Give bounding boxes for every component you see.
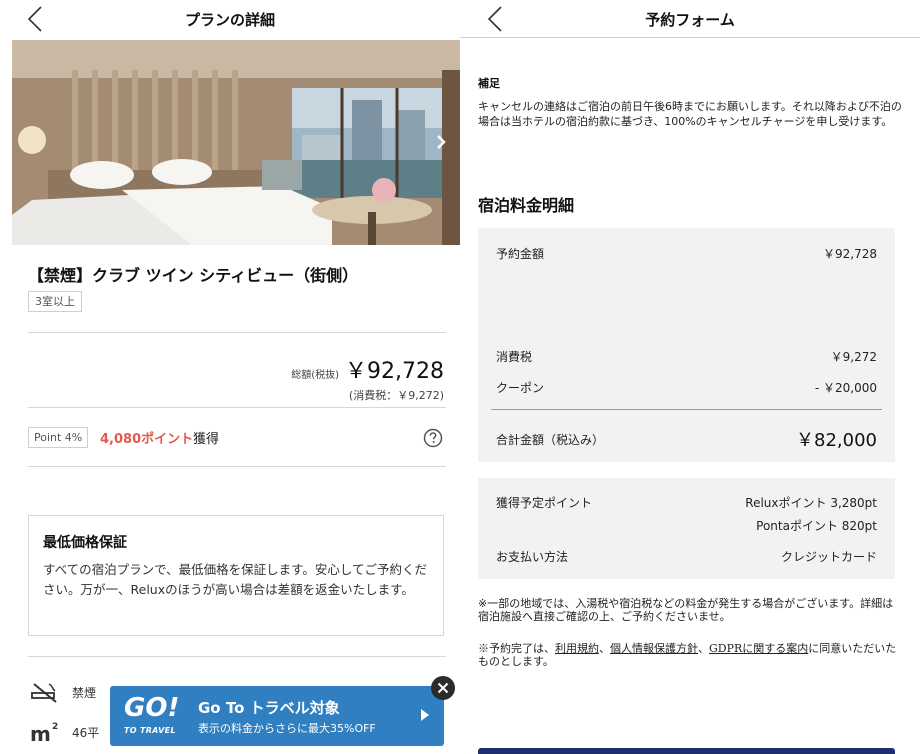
amenity-smoking: 禁煙 <box>30 680 96 704</box>
goto-travel-banner[interactable]: GO! TO TRAVEL Go To トラベル対象 表示の料金からさらに最大3… <box>110 686 444 746</box>
guarantee-title: 最低価格保証 <box>43 535 127 551</box>
section-title: 宿泊料金明細 <box>478 196 575 215</box>
submit-button[interactable] <box>478 748 895 754</box>
question-circle-icon[interactable] <box>423 428 443 448</box>
room-photo[interactable] <box>12 40 460 245</box>
spacer <box>478 272 895 344</box>
coupon-value: - ￥20,000 <box>814 381 877 395</box>
point-suffix: 獲得 <box>193 432 220 447</box>
terms-sep: 、 <box>698 642 709 655</box>
supplement-text: キャンセルの連絡はご宿泊の前日午後6時までにお願いします。それ以降および不泊の場… <box>478 100 902 128</box>
page-title: プランの詳細 <box>184 11 275 29</box>
ponta-points: Pontaポイント 820pt <box>756 519 877 533</box>
row-payment: お支払い方法 クレジットカード <box>496 548 877 565</box>
guarantee-text: すべての宿泊プランで、最低価格を保証します。安心してご予約ください。万が一、Re… <box>43 562 428 597</box>
points-label: 獲得予定ポイント <box>496 496 593 510</box>
point-rate-badge: Point 4% <box>28 427 89 448</box>
divider <box>491 409 882 410</box>
room-photo-image <box>12 40 460 245</box>
nav-bar: プランの詳細 <box>0 0 460 38</box>
row-tax: 消費税 ￥9,272 <box>496 348 877 365</box>
plan-detail-screen: プランの詳細 【禁煙】クラブ ツイン シティビュー（街側） 3室以上 総額(税抜… <box>0 0 460 754</box>
total-label: 合計金額（税込み） <box>496 432 605 447</box>
booking-label: 予約金額 <box>496 247 545 261</box>
row-coupon: クーポン - ￥20,000 <box>496 379 877 396</box>
reservation-form-screen: 予約フォーム 補足 キャンセルの連絡はご宿泊の前日午後6時までにお願いします。そ… <box>460 0 920 754</box>
divider <box>28 656 446 657</box>
payment-label: お支払い方法 <box>496 550 569 564</box>
room-name: 【禁煙】クラブ ツイン シティビュー（街側） <box>28 266 359 285</box>
row-booking-amount: 予約金額 ￥92,728 <box>496 245 877 262</box>
lowest-price-guarantee: 最低価格保証 すべての宿泊プランで、最低価格を保証します。安心してご予約ください… <box>28 515 444 636</box>
price-breakdown: 予約金額 ￥92,728 消費税 ￥9,272 クーポン - ￥20,000 合… <box>478 228 895 462</box>
payment-value: クレジットカード <box>780 550 877 564</box>
svg-text:2: 2 <box>52 722 58 732</box>
close-circle-icon[interactable] <box>431 676 455 700</box>
terms-sep: 、 <box>599 642 610 655</box>
amenity-size: m 2 46平 <box>30 720 99 744</box>
chevron-right-icon <box>421 709 429 721</box>
tax-value: ￥9,272 <box>830 350 877 364</box>
tax-notice: ※一部の地域では、入湯税や宿泊税などの料金が発生する場合がございます。詳細は宿泊… <box>478 597 894 623</box>
goto-description: 表示の料金からさらに最大35%OFF <box>198 722 376 735</box>
terms-link[interactable]: 利用規約 <box>555 642 599 655</box>
relux-points: Reluxポイント 3,280pt <box>745 496 877 510</box>
row-total: 合計金額（税込み） ￥82,000 <box>496 426 877 452</box>
price-label: 総額(税抜) <box>291 370 340 381</box>
coupon-label: クーポン <box>496 381 545 395</box>
price-value: ￥92,728 <box>345 359 444 384</box>
divider <box>28 407 446 408</box>
gdpr-link[interactable]: GDPRに関する案内 <box>709 642 808 655</box>
divider <box>28 466 446 467</box>
supplement-heading: 補足 <box>478 77 500 90</box>
point-amount: 4,080ポイント <box>100 432 194 447</box>
divider <box>28 332 446 333</box>
booking-value: ￥92,728 <box>823 247 877 261</box>
next-arrow-icon[interactable] <box>431 132 451 152</box>
nav-bar: 予約フォーム <box>460 0 920 38</box>
terms-notice: ※予約完了は、利用規約、個人情報保護方針、GDPRに関する案内に同意いただいたも… <box>478 642 902 668</box>
goto-title: Go To トラベル対象 <box>198 699 340 717</box>
points-values: Reluxポイント 3,280pt Pontaポイント 820pt <box>745 494 877 534</box>
amenity-smoking-label: 禁煙 <box>72 685 97 700</box>
points-payment-panel: 獲得予定ポイント Reluxポイント 3,280pt Pontaポイント 820… <box>478 478 895 579</box>
goto-logo: GO! <box>124 693 180 723</box>
availability-tag: 3室以上 <box>28 291 82 312</box>
svg-text:m: m <box>30 722 51 744</box>
terms-prefix: ※予約完了は、 <box>478 642 555 655</box>
tax-note: (消費税：￥9,272) <box>348 389 444 402</box>
page-title: 予約フォーム <box>645 11 735 29</box>
total-value: ￥82,000 <box>796 430 877 451</box>
privacy-policy-link[interactable]: 個人情報保護方針 <box>610 642 698 655</box>
goto-logo-sub: TO TRAVEL <box>124 726 176 735</box>
price-block: 総額(税抜) ￥92,728 (消費税：￥9,272) <box>291 353 444 403</box>
amenity-size-label: 46平 <box>72 725 100 740</box>
no-smoking-icon <box>31 683 57 703</box>
row-points: 獲得予定ポイント Reluxポイント 3,280pt Pontaポイント 820… <box>496 494 877 534</box>
tax-label: 消費税 <box>496 350 533 364</box>
square-meter-icon: m 2 <box>30 722 58 744</box>
